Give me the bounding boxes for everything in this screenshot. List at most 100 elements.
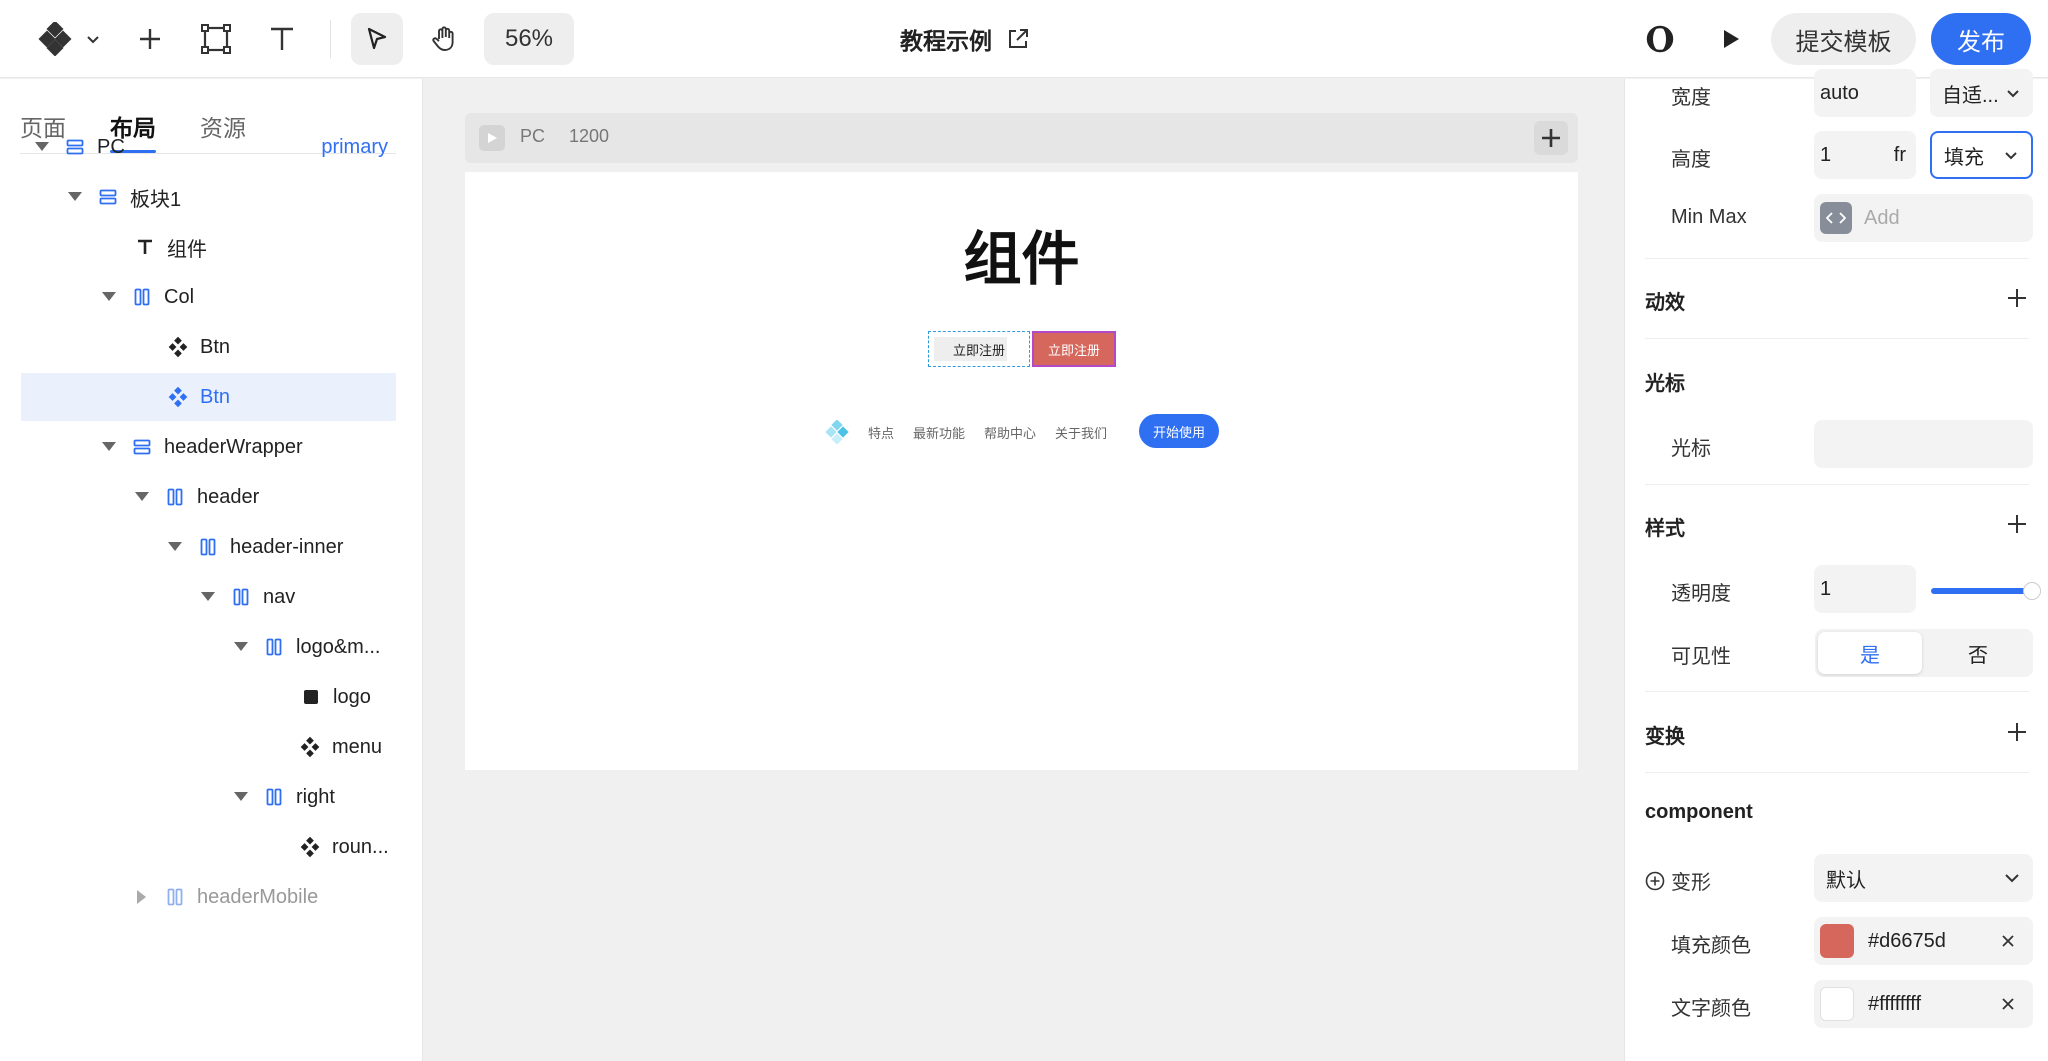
cursor-select[interactable] xyxy=(1814,420,2033,468)
tree-row[interactable]: headerMobile xyxy=(21,873,396,921)
text-tool-button[interactable] xyxy=(262,19,302,59)
tree-label: header-inner xyxy=(230,535,344,558)
nav-link-new-features[interactable]: 最新功能 xyxy=(913,423,965,442)
app-menu-button[interactable] xyxy=(36,19,104,59)
tree-row[interactable]: header-inner xyxy=(21,523,396,571)
opacity-slider-track[interactable] xyxy=(1931,588,2027,594)
canvas-nav: 特点 最新功能 帮助中心 关于我们 xyxy=(825,414,1107,450)
caret-down-icon[interactable] xyxy=(102,440,116,454)
document-title-area[interactable]: 教程示例 xyxy=(900,18,1030,60)
tree-row[interactable]: 板块1 xyxy=(21,173,396,221)
tree-label: Btn xyxy=(200,335,231,358)
cursor-section-title: 光标 xyxy=(1645,373,1685,395)
theme-toggle-button[interactable] xyxy=(1640,19,1680,59)
nav-link-about[interactable]: 关于我们 xyxy=(1055,423,1107,442)
frame-tool-button[interactable] xyxy=(196,19,236,59)
submit-template-button[interactable]: 提交模板 xyxy=(1771,13,1916,65)
tree-row[interactable]: logo xyxy=(21,673,396,721)
tree-row[interactable]: logo&m... xyxy=(21,623,396,671)
tree-row[interactable]: headerWrapper xyxy=(21,423,396,471)
opacity-slider-thumb[interactable] xyxy=(2023,582,2041,600)
fill-color-swatch[interactable] xyxy=(1820,924,1854,958)
section-divider xyxy=(1645,772,2029,773)
tree-label: PC xyxy=(97,135,125,158)
caret-down-icon[interactable] xyxy=(234,640,248,654)
tree-label: right xyxy=(296,785,335,808)
caret-down-icon[interactable] xyxy=(102,290,116,304)
tree-label: 组件 xyxy=(167,238,207,261)
hand-tool-button[interactable] xyxy=(424,19,464,59)
width-label: 宽度 xyxy=(1671,87,1711,109)
primary-badge: primary xyxy=(321,135,388,158)
close-icon[interactable] xyxy=(2001,997,2015,1011)
tree-row[interactable]: header xyxy=(21,473,396,521)
preview-breakpoint-button[interactable] xyxy=(479,125,505,151)
chevron-down-icon xyxy=(2005,874,2019,883)
transform-section-title: 变换 xyxy=(1645,726,1685,748)
add-breakpoint-button[interactable] xyxy=(1534,121,1568,155)
text-node-icon xyxy=(135,237,155,257)
width-mode-select[interactable]: 自适... xyxy=(1930,69,2033,117)
frame-icon xyxy=(201,24,231,54)
opacity-input[interactable]: 1 xyxy=(1814,565,1916,613)
tree-row[interactable]: PC primary xyxy=(21,123,396,171)
tree-row[interactable]: 组件 xyxy=(21,223,396,271)
visibility-yes-option[interactable]: 是 xyxy=(1818,632,1922,674)
tree-row[interactable]: nav xyxy=(21,573,396,621)
close-icon[interactable] xyxy=(2001,934,2015,948)
caret-down-icon[interactable] xyxy=(168,540,182,554)
add-motion-button[interactable] xyxy=(2005,286,2029,310)
minmax-input[interactable]: Add xyxy=(1814,194,2033,242)
section-divider xyxy=(1645,258,2029,259)
nav-link-help[interactable]: 帮助中心 xyxy=(984,423,1036,442)
section-divider xyxy=(1645,338,2029,339)
canvas-button-primary-selected[interactable]: 立即注册 xyxy=(1032,331,1116,367)
tree-row[interactable]: right xyxy=(21,773,396,821)
minmax-placeholder: Add xyxy=(1864,206,1900,229)
caret-down-icon[interactable] xyxy=(135,490,149,504)
external-link-icon[interactable] xyxy=(1006,27,1030,51)
nav-link-features[interactable]: 特点 xyxy=(868,423,894,442)
add-transform-button[interactable] xyxy=(2005,720,2029,744)
height-mode-select[interactable]: 填充 xyxy=(1930,131,2033,179)
component-icon xyxy=(168,336,188,358)
tree-label: nav xyxy=(263,585,296,608)
add-button[interactable] xyxy=(130,19,170,59)
height-input[interactable]: 1 fr xyxy=(1814,131,1916,179)
tree-row[interactable]: Btn xyxy=(21,323,396,371)
tree-label: 板块1 xyxy=(130,188,182,211)
caret-down-icon[interactable] xyxy=(234,790,248,804)
preview-play-button[interactable] xyxy=(1710,19,1750,59)
caret-right-icon[interactable] xyxy=(135,890,149,904)
canvas-frame[interactable]: 组件 立即注册 立即注册 特点 最新功能 帮助中心 关于我们 开始使用 xyxy=(465,172,1578,770)
height-value: 1 xyxy=(1820,143,1832,166)
variant-select[interactable]: 默认 xyxy=(1814,854,2033,902)
breakpoint-width: 1200 xyxy=(569,126,610,146)
caret-down-icon[interactable] xyxy=(201,590,215,604)
component-icon xyxy=(300,736,320,758)
fill-color-input[interactable]: #d6675d xyxy=(1814,917,2033,965)
add-style-button[interactable] xyxy=(2005,512,2029,536)
canvas-cta-button[interactable]: 开始使用 xyxy=(1139,414,1219,448)
text-color-swatch[interactable] xyxy=(1820,987,1854,1021)
caret-down-icon[interactable] xyxy=(68,190,82,204)
tree-row[interactable]: menu xyxy=(21,723,396,771)
half-moon-icon xyxy=(1646,25,1674,53)
tree-row[interactable]: Col xyxy=(21,273,396,321)
tree-row-selected[interactable]: Btn xyxy=(21,373,396,421)
plus-icon xyxy=(2008,723,2026,741)
canvas-title-text[interactable]: 组件 xyxy=(465,212,1578,296)
visibility-no-option[interactable]: 否 xyxy=(1926,632,2030,674)
canvas-button-secondary[interactable]: 立即注册 xyxy=(928,331,1030,367)
select-tool-button[interactable] xyxy=(351,13,403,65)
component-section-title: component xyxy=(1645,801,1753,823)
text-color-input[interactable]: #ffffffff xyxy=(1814,980,2033,1028)
toolbar-divider xyxy=(330,20,331,58)
publish-button[interactable]: 发布 xyxy=(1931,13,2031,65)
add-circle-icon[interactable] xyxy=(1645,871,1665,891)
width-input[interactable]: auto xyxy=(1814,69,1916,117)
style-section-title: 样式 xyxy=(1645,518,1685,540)
tree-row[interactable]: roun... xyxy=(21,823,396,871)
zoom-level[interactable]: 56% xyxy=(484,13,574,65)
caret-down-icon[interactable] xyxy=(35,140,49,154)
